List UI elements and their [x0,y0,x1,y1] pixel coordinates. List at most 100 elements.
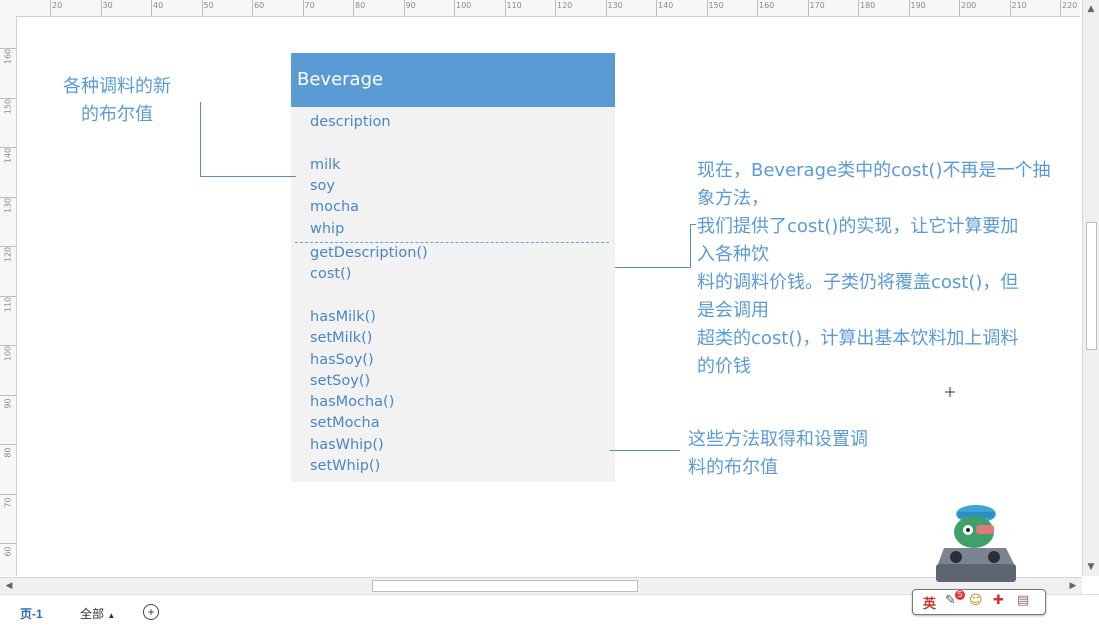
ruler-major-mark [353,0,354,16]
ruler-tick-label: 160 [759,1,775,10]
ruler-major-mark [757,0,758,16]
class-method: setMilk() [310,330,373,347]
note-line: 超类的cost()，计算出基本饮料加上调料 [697,328,1019,349]
ruler-tick-label: 120 [3,246,13,263]
ruler-major-mark [807,0,809,16]
ruler-tick-label: 130 [3,197,13,213]
class-attribute: mocha [310,199,360,216]
note-line: 料的调料价钱。子类仍将覆盖cost()，但 [697,272,1019,293]
class-method: hasMilk() [310,308,376,325]
attributes-note: 各种调料的新 的布尔值 [52,73,182,129]
ruler-major-mark [201,0,203,16]
scroll-up-icon[interactable]: ▲ [1084,2,1098,16]
ruler-tick-label: 90 [3,397,13,409]
ruler-major-mark [0,97,16,99]
ruler-tick-label: 110 [3,296,13,312]
cost-connector [690,224,696,225]
class-method: getDescription() [310,245,428,261]
ruler-major-mark [1060,0,1061,16]
ruler-major-mark [50,0,51,16]
ruler-tick-label: 20 [52,1,63,10]
ruler-tick-label: 30 [102,1,113,10]
ruler-tick-label: 100 [456,1,472,10]
class-attribute: description [310,114,391,130]
chevron-up-icon: ▲ [107,611,116,620]
vertical-scroll-thumb[interactable] [1086,222,1097,350]
ruler-major-mark [0,246,16,247]
ruler-tick-label: 60 [3,546,13,557]
ruler-major-mark [0,394,16,396]
ruler-tick-label: 210 [1011,1,1027,10]
class-attribute: whip [310,220,345,237]
plus-icon[interactable]: ✚ [993,593,1004,608]
ruler-major-mark [605,0,607,16]
notification-badge: 5 [955,590,965,600]
ruler-major-mark [555,0,556,16]
horizontal-scroll-thumb[interactable] [372,580,638,592]
ruler-tick-label: 40 [153,1,164,10]
mascot-icon [936,505,1016,582]
scroll-down-icon[interactable]: ▼ [1084,560,1098,574]
ruler-major-mark [0,295,16,297]
ruler-tick-label: 200 [961,1,977,10]
attributes-connector [200,176,296,177]
ruler-major-mark [0,493,16,495]
attributes-connector [200,102,201,177]
language-icon[interactable]: 英 [923,593,936,612]
note-line: 我们提供了cost()的实现，让它计算要加 [697,216,1019,237]
cost-connector [690,224,691,268]
ruler-major-mark [706,0,708,16]
note-line: 入各种饮 [697,244,769,265]
class-title: Beverage [297,69,384,90]
ruler-major-mark [302,0,304,16]
page-tab-1[interactable]: 页-1 [20,605,43,622]
class-method: hasWhip() [310,436,384,453]
note-line: 料的布尔值 [688,457,778,478]
class-method: hasMocha() [310,394,395,411]
scroll-left-icon[interactable]: ◀ [2,579,16,593]
ruler-tick-label: 80 [355,1,366,10]
cost-connector [615,267,691,268]
class-method: setSoy() [310,372,371,389]
note-line: 的价钱 [697,356,751,377]
ruler-tick-label: 130 [607,1,623,10]
class-divider [295,242,609,243]
ruler-tick-label: 50 [203,1,214,10]
add-page-icon[interactable]: + [143,604,159,620]
ruler-tick-label: 70 [304,1,315,10]
ruler-tick-label: 110 [506,1,522,10]
ruler-tick-label: 80 [3,447,13,458]
vertical-scrollbar[interactable]: ▲ ▼ [1082,0,1099,576]
crosshair-icon [945,387,955,397]
ruler-major-mark [0,444,16,445]
user-icon[interactable]: ☺ [969,593,983,608]
beverage-class-box[interactable]: Beverage description milk soy mocha whip getD… [291,53,615,482]
note-line: 各种调料的新 [63,76,171,97]
ruler-major-mark [656,0,657,16]
ruler-major-mark [858,0,859,16]
ruler-tick-label: 100 [3,345,13,362]
note-line: 现在，Beverage类中的cost()不再是一个抽 [697,160,1051,181]
ruler-tick-label: 170 [809,1,825,10]
ruler-major-mark [0,543,16,544]
note-line: 是会调用 [697,300,769,321]
ruler-major-mark [959,0,960,16]
ruler-tick-label: 90 [405,1,416,10]
ruler-tick-label: 120 [557,1,573,10]
ruler-tick-label: 140 [3,147,13,164]
ruler-tick-label: 180 [860,1,876,10]
class-header: Beverage [291,53,615,107]
ruler-major-mark [0,345,16,346]
ruler-tick-label: 220 [1062,1,1078,10]
class-method: cost() [310,266,352,283]
ruler-tick-label: 150 [3,98,13,114]
all-pages-button[interactable]: 全部 ▲ [80,605,115,622]
ruler-tick-label: 190 [910,1,926,10]
ruler-tick-label: 60 [254,1,265,10]
horizontal-ruler: 20 30 40 50 60 70 80 90 100 110 120 130 140 150 160 170… [0,0,1080,17]
ruler-major-mark [0,196,16,198]
floating-toolbar[interactable]: 英 ✎ 5 ☺ ✚ ▤ [912,589,1046,615]
keyboard-icon[interactable]: ▤ [1017,593,1029,608]
scroll-right-icon[interactable]: ▶ [1066,579,1080,593]
all-pages-label: 全部 [80,607,105,621]
